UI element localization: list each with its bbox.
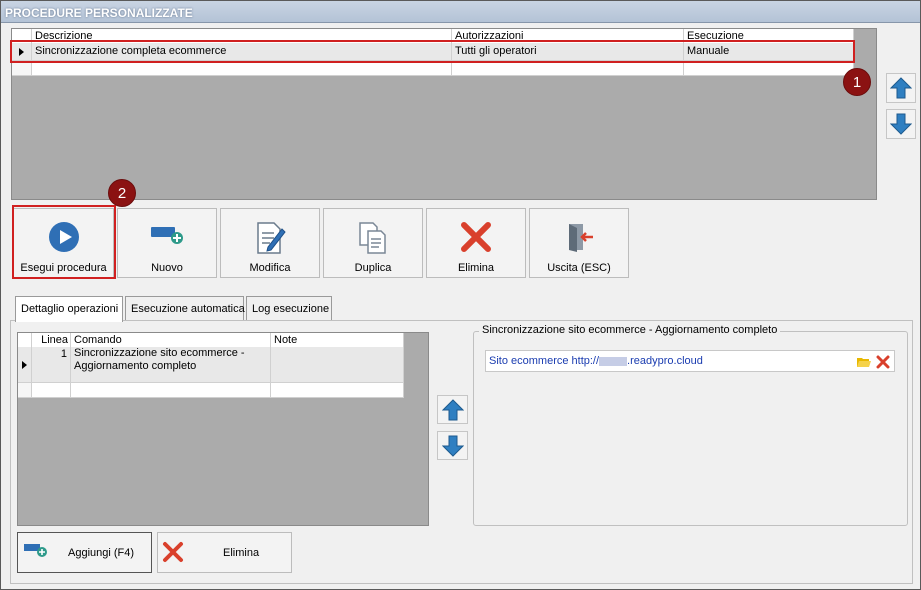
move-up-button[interactable] (886, 73, 916, 103)
operation-move-down-button[interactable] (437, 431, 468, 460)
operation-move-up-button[interactable] (437, 395, 468, 424)
edit-label: Modifica (249, 262, 291, 274)
highlight-run-box (12, 205, 116, 279)
new-row-cell[interactable] (32, 383, 71, 398)
table-row-comando[interactable]: Sincronizzazione sito ecommerce - Aggior… (71, 347, 271, 383)
edit-button[interactable]: Modifica (220, 208, 320, 278)
comando-line-2: Aggiornamento completo (74, 360, 197, 372)
parameters-group: Sincronizzazione sito ecommerce - Aggior… (473, 324, 908, 526)
arrow-down-icon (890, 113, 912, 135)
procedure-window: PROCEDURE PERSONALIZZATE Descrizione Aut… (0, 0, 921, 590)
operations-grid[interactable]: Linea Comando Note 1 Sincronizzazione si… (17, 332, 429, 526)
exit-button[interactable]: Uscita (ESC) (529, 208, 629, 278)
operations-grid-header: Linea Comando Note (18, 333, 404, 347)
row-indicator[interactable] (18, 347, 32, 383)
site-param-value: Sito ecommerce http://.readypro.cloud (489, 355, 703, 367)
badge-1: 1 (843, 68, 871, 96)
delete-label: Elimina (457, 262, 495, 274)
arrow-up-icon (890, 77, 912, 99)
new-row-cell[interactable] (452, 61, 684, 76)
new-row-cell[interactable] (32, 61, 452, 76)
duplicate-button[interactable]: Duplica (323, 208, 423, 278)
new-row-indicator[interactable] (12, 61, 32, 76)
badge-2: 2 (108, 179, 136, 207)
arrow-down-icon (441, 435, 464, 457)
delete-x-icon (163, 542, 183, 562)
tab-dettaglio-operazioni[interactable]: Dettaglio operazioni (15, 296, 123, 322)
parameters-group-title: Sincronizzazione sito ecommerce - Aggior… (479, 324, 781, 336)
col-note[interactable]: Note (271, 333, 404, 347)
new-button[interactable]: Nuovo (117, 208, 217, 278)
delete-button[interactable]: Elimina (426, 208, 526, 278)
duplicate-icon (359, 222, 386, 254)
window-title: PROCEDURE PERSONALIZZATE (5, 6, 193, 20)
site-param-row[interactable]: Sito ecommerce http://.readypro.cloud (485, 350, 895, 372)
comando-line-1: Sincronizzazione sito ecommerce - (74, 347, 245, 359)
new-row-indicator[interactable] (18, 383, 32, 398)
delete-x-icon (461, 222, 491, 252)
add-operation-label: Aggiungi (F4) (68, 547, 135, 559)
new-label: Nuovo (151, 262, 183, 274)
table-row-note[interactable] (271, 347, 404, 383)
row-indicator-header (18, 333, 32, 347)
new-row-cell[interactable] (684, 61, 854, 76)
redacted-block (599, 356, 628, 366)
exit-door-icon (569, 224, 593, 252)
col-comando[interactable]: Comando (71, 333, 271, 347)
tab-log-esecuzione[interactable]: Log esecuzione (246, 296, 332, 320)
new-row-cell[interactable] (271, 383, 404, 398)
new-icon (151, 227, 183, 244)
add-icon (24, 544, 47, 557)
add-operation-button[interactable]: Aggiungi (F4) (17, 532, 152, 573)
edit-icon (257, 222, 286, 254)
move-down-button[interactable] (886, 109, 916, 139)
new-row-cell[interactable] (71, 383, 271, 398)
duplicate-label: Duplica (354, 262, 392, 274)
delete-operation-label: Elimina (223, 547, 260, 559)
clear-x-icon[interactable] (876, 355, 890, 369)
arrow-up-icon (441, 398, 464, 420)
delete-operation-button[interactable]: Elimina (157, 532, 292, 573)
title-bar: PROCEDURE PERSONALIZZATE (1, 1, 920, 23)
highlight-row-box (10, 40, 855, 63)
col-linea[interactable]: Linea (32, 333, 71, 347)
table-row-linea[interactable]: 1 (32, 347, 71, 383)
current-row-icon (22, 361, 27, 369)
exit-label: Uscita (ESC) (547, 262, 611, 274)
tab-esecuzione-automatica[interactable]: Esecuzione automatica (125, 296, 245, 320)
folder-icon[interactable] (857, 356, 871, 368)
